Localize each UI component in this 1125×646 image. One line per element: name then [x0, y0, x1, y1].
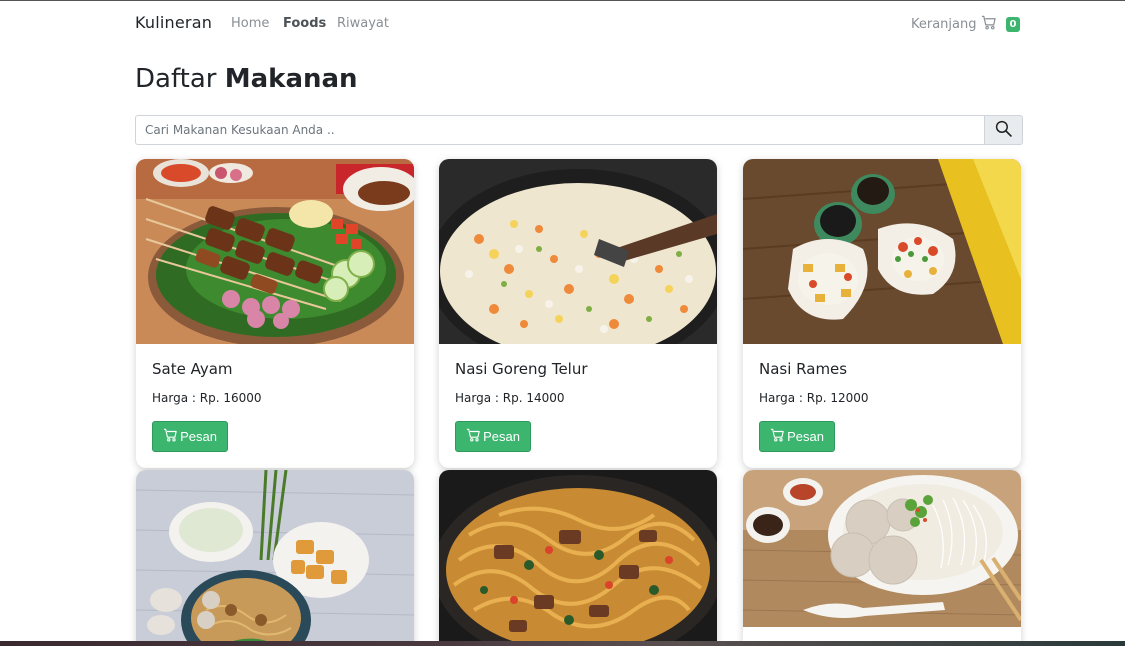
food-card	[743, 470, 1021, 646]
mie-ayam-photo	[136, 470, 414, 646]
food-card: Sate Ayam Harga : Rp. 16000 Pesan	[136, 159, 414, 468]
nav-riwayat[interactable]: Riwayat	[337, 16, 389, 31]
cart-link[interactable]: Keranjang 0	[911, 15, 1021, 34]
navbar: Kulineran Home Foods Riwayat Keranjang 0	[0, 1, 1125, 45]
food-card: Nasi Goreng Telur Harga : Rp. 14000 Pesa…	[439, 159, 717, 468]
food-name: Nasi Goreng Telur	[455, 360, 588, 378]
order-button-label: Pesan	[180, 429, 217, 444]
cart-icon	[466, 428, 481, 445]
cart-label: Keranjang	[911, 17, 977, 32]
food-name: Sate Ayam	[152, 360, 233, 378]
food-name: Nasi Rames	[759, 360, 848, 378]
cart-icon	[163, 428, 178, 445]
page-title: Daftar Makanan	[135, 64, 358, 94]
nasi-goreng-photo	[439, 159, 717, 344]
bakso-photo	[743, 470, 1021, 627]
cart-icon	[770, 428, 785, 445]
search-icon	[995, 120, 1012, 141]
order-button[interactable]: Pesan	[759, 421, 835, 452]
sate-ayam-photo	[136, 159, 414, 344]
search-input[interactable]	[135, 115, 985, 145]
search-button[interactable]	[985, 115, 1023, 145]
taskbar-strip	[0, 641, 1125, 646]
food-card: Nasi Rames Harga : Rp. 12000 Pesan	[743, 159, 1021, 468]
search-bar	[135, 115, 1023, 145]
food-card	[439, 470, 717, 646]
order-button[interactable]: Pesan	[455, 421, 531, 452]
cart-icon	[981, 15, 997, 34]
brand-logo[interactable]: Kulineran	[135, 13, 212, 32]
order-button[interactable]: Pesan	[152, 421, 228, 452]
food-price: Harga : Rp. 16000	[152, 391, 262, 405]
food-price: Harga : Rp. 14000	[455, 391, 565, 405]
page-title-strong: Makanan	[224, 64, 358, 94]
cart-count-badge: 0	[1005, 17, 1021, 32]
fried-noodles-photo	[439, 470, 717, 646]
page-title-prefix: Daftar	[135, 64, 217, 94]
nav-home[interactable]: Home	[231, 16, 269, 31]
food-card	[136, 470, 414, 646]
order-button-label: Pesan	[483, 429, 520, 444]
order-button-label: Pesan	[787, 429, 824, 444]
food-price: Harga : Rp. 12000	[759, 391, 869, 405]
nav-foods[interactable]: Foods	[283, 16, 326, 31]
nasi-rames-photo	[743, 159, 1021, 344]
